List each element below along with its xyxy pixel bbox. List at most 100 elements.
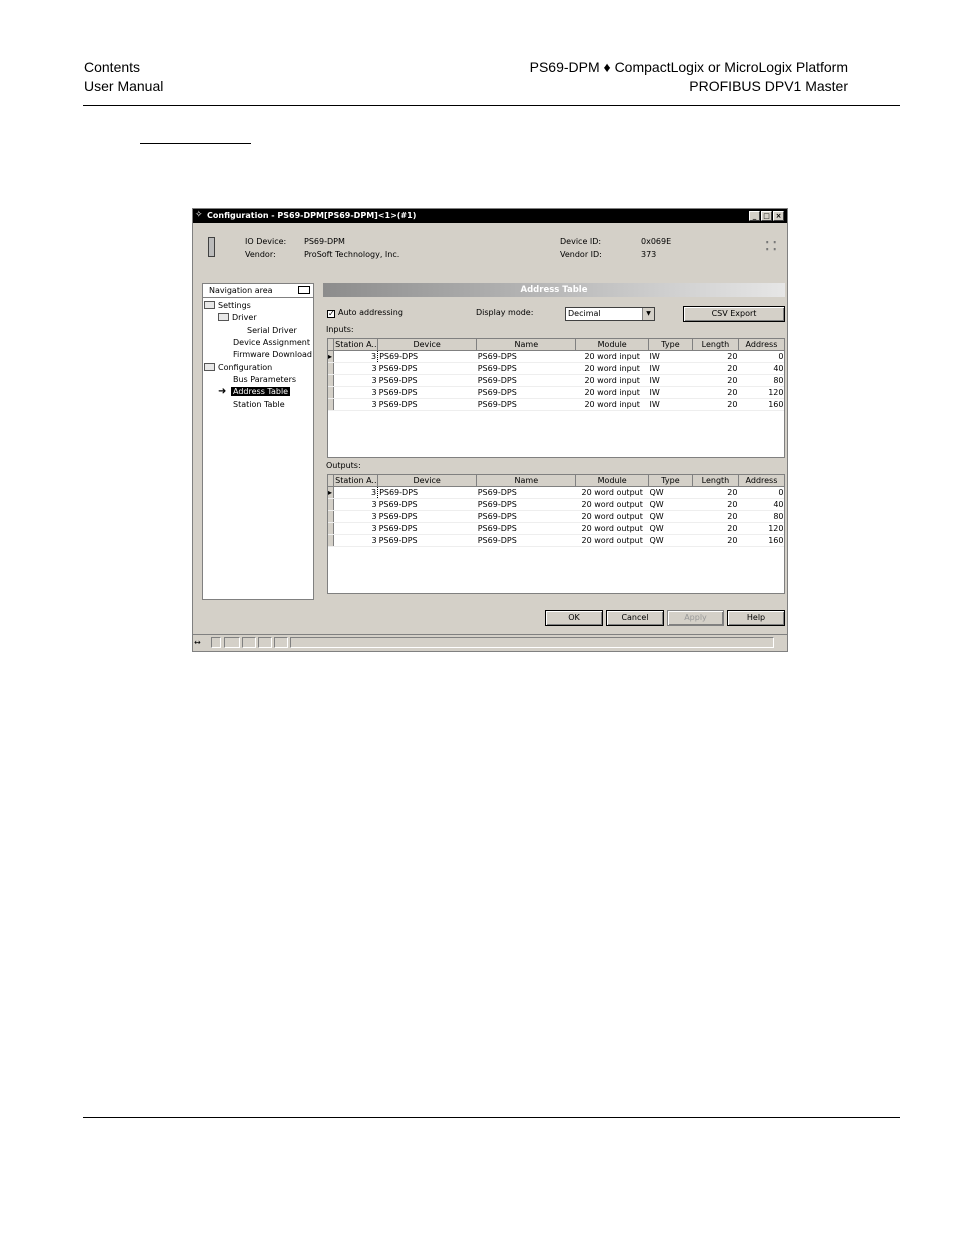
cell-name[interactable]: PS69-DPS [476, 486, 576, 499]
table-row[interactable]: ▸ 3 PS69-DPS PS69-DPS 20 word input IW 20 0 [328, 350, 784, 363]
cell-module[interactable]: 20 word output [575, 510, 649, 523]
close-button[interactable]: × [773, 211, 784, 221]
minimize-button[interactable]: _ [749, 211, 760, 221]
nav-item-settings[interactable]: Settings [204, 300, 251, 312]
table-row[interactable]: 3 PS69-DPS PS69-DPS 20 word input IW 20 40 [328, 362, 784, 375]
col-device[interactable]: Device [377, 339, 478, 351]
cell-station[interactable]: 3 [333, 350, 379, 363]
ok-button[interactable]: OK [545, 610, 603, 626]
cell-length[interactable]: 20 [692, 350, 739, 363]
col-module[interactable]: Module [575, 339, 649, 351]
nav-item-firmware-download[interactable]: Firmware Download [233, 349, 312, 361]
cell-length[interactable]: 20 [692, 362, 739, 375]
col-length[interactable]: Length [692, 475, 739, 487]
cell-type[interactable]: QW [648, 510, 693, 523]
cell-name[interactable]: PS69-DPS [476, 362, 576, 375]
cell-type[interactable]: QW [648, 498, 693, 511]
cell-station[interactable]: 3 [333, 498, 378, 511]
cell-module[interactable]: 20 word input [575, 362, 649, 375]
cell-station[interactable]: 3 [333, 362, 378, 375]
nav-item-address-table[interactable]: Address Table [231, 386, 291, 398]
chevron-down-icon[interactable]: ▼ [642, 308, 654, 320]
col-name[interactable]: Name [476, 339, 577, 351]
cancel-button[interactable]: Cancel [606, 610, 664, 626]
cell-type[interactable]: QW [648, 522, 693, 535]
cell-device[interactable]: PS69-DPS [377, 374, 477, 387]
cell-device[interactable]: PS69-DPS [377, 498, 477, 511]
nav-collapse-icon[interactable] [298, 286, 310, 294]
cell-name[interactable]: PS69-DPS [476, 522, 576, 535]
cell-length[interactable]: 20 [692, 398, 739, 411]
cell-device[interactable]: PS69-DPS [377, 510, 477, 523]
col-address[interactable]: Address [738, 475, 784, 487]
cell-device[interactable]: PS69-DPS [377, 362, 477, 375]
col-type[interactable]: Type [648, 475, 693, 487]
table-row[interactable]: 3 PS69-DPS PS69-DPS 20 word input IW 20 120 [328, 386, 784, 399]
cell-name[interactable]: PS69-DPS [476, 534, 576, 547]
nav-item-bus-parameters[interactable]: Bus Parameters [233, 374, 296, 386]
col-station-address[interactable]: Station A... [333, 339, 379, 351]
nav-item-driver[interactable]: Driver [218, 312, 257, 324]
col-device[interactable]: Device [377, 475, 478, 487]
cell-device[interactable]: PS69-DPS [377, 486, 477, 499]
cell-address[interactable]: 40 [738, 362, 784, 375]
cell-name[interactable]: PS69-DPS [476, 510, 576, 523]
cell-type[interactable]: IW [648, 362, 693, 375]
cell-device[interactable]: PS69-DPS [377, 534, 477, 547]
cell-type[interactable]: IW [648, 386, 693, 399]
apply-button[interactable]: Apply [667, 610, 724, 626]
col-station-address[interactable]: Station A... [333, 475, 379, 487]
cell-length[interactable]: 20 [692, 386, 739, 399]
cell-module[interactable]: 20 word output [575, 534, 649, 547]
cell-name[interactable]: PS69-DPS [476, 386, 576, 399]
cell-length[interactable]: 20 [692, 374, 739, 387]
col-name[interactable]: Name [476, 475, 577, 487]
title-bar[interactable]: ✧ Configuration - PS69-DPM[PS69-DPM]<1>(… [193, 209, 787, 223]
cell-length[interactable]: 20 [692, 498, 739, 511]
cell-address[interactable]: 160 [738, 534, 784, 547]
cell-length[interactable]: 20 [692, 522, 739, 535]
cell-module[interactable]: 20 word output [575, 522, 649, 535]
table-row[interactable]: 3 PS69-DPS PS69-DPS 20 word output QW 20 80 [328, 510, 784, 523]
cell-length[interactable]: 20 [692, 486, 739, 499]
table-row[interactable]: 3 PS69-DPS PS69-DPS 20 word output QW 20 120 [328, 522, 784, 535]
cell-module[interactable]: 20 word input [575, 374, 649, 387]
cell-length[interactable]: 20 [692, 534, 739, 547]
cell-device[interactable]: PS69-DPS [377, 386, 477, 399]
cell-station[interactable]: 3 [333, 486, 379, 499]
cell-type[interactable]: IW [648, 374, 693, 387]
cell-station[interactable]: 3 [333, 534, 378, 547]
table-row[interactable]: 3 PS69-DPS PS69-DPS 20 word input IW 20 160 [328, 398, 784, 411]
cell-type[interactable]: QW [648, 486, 693, 499]
csv-export-button[interactable]: CSV Export [683, 306, 785, 322]
table-row[interactable]: 3 PS69-DPS PS69-DPS 20 word input IW 20 80 [328, 374, 784, 387]
col-module[interactable]: Module [575, 475, 649, 487]
cell-address[interactable]: 120 [738, 386, 784, 399]
nav-item-station-table[interactable]: Station Table [233, 399, 285, 411]
auto-addressing[interactable]: ✓ Auto addressing [327, 307, 403, 319]
col-length[interactable]: Length [692, 339, 739, 351]
nav-item-device-assignment[interactable]: Device Assignment [233, 337, 310, 349]
maximize-button[interactable]: □ [761, 211, 772, 221]
cell-station[interactable]: 3 [333, 510, 378, 523]
cell-name[interactable]: PS69-DPS [476, 498, 576, 511]
cell-module[interactable]: 20 word output [575, 486, 649, 499]
cell-type[interactable]: IW [648, 350, 693, 363]
cell-station[interactable]: 3 [333, 386, 378, 399]
cell-type[interactable]: IW [648, 398, 693, 411]
cell-device[interactable]: PS69-DPS [377, 522, 477, 535]
cell-name[interactable]: PS69-DPS [476, 398, 576, 411]
cell-address[interactable]: 80 [738, 510, 784, 523]
cell-address[interactable]: 80 [738, 374, 784, 387]
cell-module[interactable]: 20 word input [575, 398, 649, 411]
col-address[interactable]: Address [738, 339, 784, 351]
nav-item-configuration[interactable]: Configuration [204, 362, 272, 374]
cell-name[interactable]: PS69-DPS [476, 350, 576, 363]
table-row[interactable]: ▸ 3 PS69-DPS PS69-DPS 20 word output QW 20 0 [328, 486, 784, 499]
cell-address[interactable]: 0 [738, 486, 784, 499]
table-row[interactable]: 3 PS69-DPS PS69-DPS 20 word output QW 20 40 [328, 498, 784, 511]
cell-address[interactable]: 0 [738, 350, 784, 363]
display-mode-select[interactable]: Decimal ▼ [565, 307, 655, 321]
cell-address[interactable]: 160 [738, 398, 784, 411]
help-button[interactable]: Help [727, 610, 785, 626]
